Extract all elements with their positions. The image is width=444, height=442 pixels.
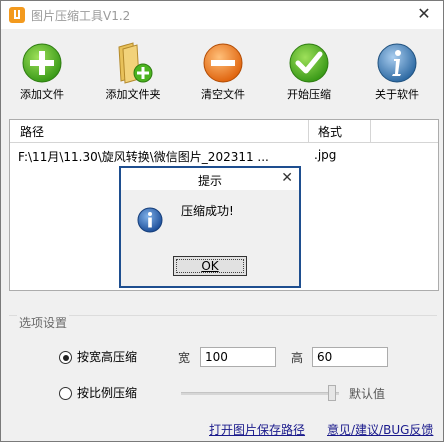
add-folder-label: 添加文件夹 [105,88,161,101]
column-header-format[interactable]: 格式 [318,123,342,140]
window-title: 图片压缩工具V1.2 [31,9,131,23]
column-divider[interactable] [308,120,309,142]
table-row[interactable]: F:\11月\11.30\旋风转换\微信图片_202311 ... .jpg [10,146,438,166]
height-label: 高 [291,351,304,365]
column-divider[interactable] [370,120,371,142]
app-window: 图片压缩工具V1.2 ✕ 添加文件 添加文件夹 清空文件 开始压缩 关于软件 路… [0,0,444,442]
mode-ratio-radio[interactable] [59,387,72,400]
close-window-button[interactable]: ✕ [413,4,435,24]
info-icon [137,207,163,233]
dialog-close-button[interactable]: ✕ [281,170,293,186]
dialog-message: 压缩成功! [181,204,234,218]
minus-icon [203,43,243,83]
cell-path: F:\11月\11.30\旋风转换\微信图片_202311 ... [18,150,269,164]
open-save-path-link[interactable]: 打开图片保存路径 [209,421,305,438]
dialog-title-bar: 提示 ✕ [121,168,299,190]
toolbar: 添加文件 添加文件夹 清空文件 开始压缩 关于软件 [1,37,443,107]
default-value-label: 默认值 [349,387,386,401]
start-compress-label: 开始压缩 [287,88,331,101]
column-header-path[interactable]: 路径 [20,123,44,140]
table-header: 路径 格式 [10,120,438,143]
title-bar: 图片压缩工具V1.2 ✕ [1,1,443,29]
add-folder-button[interactable]: 添加文件夹 [99,37,167,103]
mode-wh-label[interactable]: 按宽高压缩 [77,348,137,365]
mode-ratio-label[interactable]: 按比例压缩 [77,384,137,401]
ratio-slider-thumb[interactable] [328,385,337,401]
about-button[interactable]: 关于软件 [369,37,425,103]
clear-files-button[interactable]: 清空文件 [195,37,251,103]
width-input[interactable]: 100 [200,347,276,367]
add-file-label: 添加文件 [20,88,64,101]
options-legend: 选项设置 [17,314,70,331]
about-label: 关于软件 [375,88,419,101]
ratio-slider-track[interactable] [181,392,339,395]
folder-add-icon [118,42,153,84]
add-icon [22,43,62,83]
mode-wh-radio[interactable] [59,351,72,364]
width-label: 宽 [178,351,191,365]
message-dialog: 提示 ✕ 压缩成功! OK [119,166,301,288]
dialog-title: 提示 [197,174,222,188]
start-compress-button[interactable]: 开始压缩 [281,37,337,103]
cell-format: .jpg [314,148,337,162]
add-file-button[interactable]: 添加文件 [15,37,69,103]
clear-files-label: 清空文件 [201,88,245,101]
app-logo-icon [9,7,25,23]
dialog-ok-button[interactable]: OK [173,256,247,276]
feedback-link[interactable]: 意见/建议/BUG反馈 [327,421,433,438]
height-input[interactable]: 60 [312,347,388,367]
options-group: 选项设置 按宽高压缩 宽 100 高 60 按比例压缩 默认值 [9,314,437,412]
info-icon [377,43,417,83]
dialog-ok-label: OK [201,259,219,273]
check-icon [289,43,329,83]
